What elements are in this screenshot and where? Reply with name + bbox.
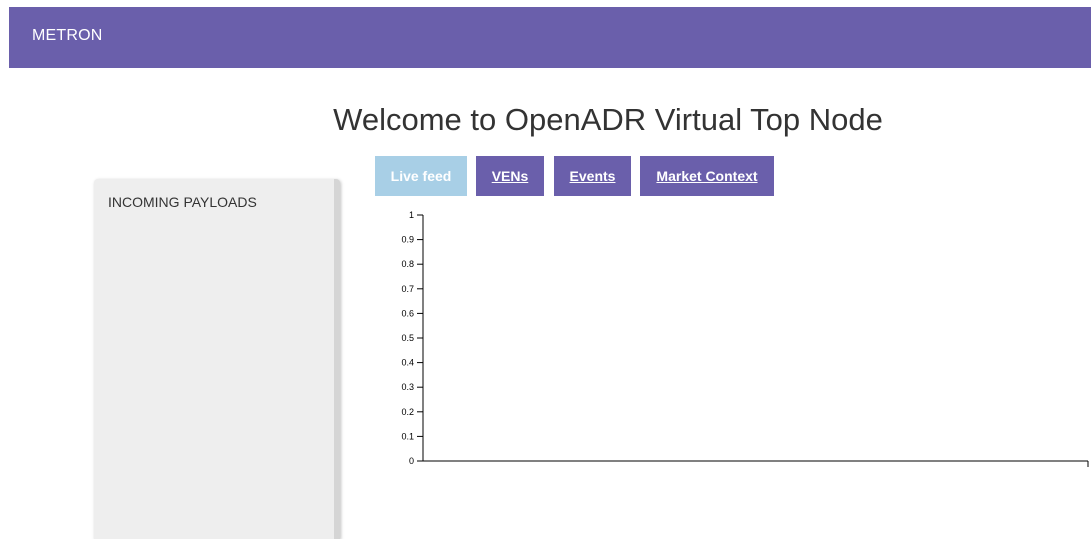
y-tick-label: 0.2 <box>401 407 414 417</box>
tab-events[interactable]: Events <box>554 156 631 196</box>
live-feed-chart: 0 0.1 0.2 0.3 0.4 0.5 0.6 0.7 0.8 0.9 1 <box>401 210 1089 467</box>
y-tick-label: 0.6 <box>401 308 414 318</box>
brand-link[interactable]: METRON <box>32 27 103 45</box>
incoming-payloads-panel[interactable]: INCOMING PAYLOADS <box>94 179 340 539</box>
incoming-payloads-title: INCOMING PAYLOADS <box>108 194 257 210</box>
y-tick-label: 0.9 <box>401 235 414 245</box>
tab-market-context[interactable]: Market Context <box>640 156 774 196</box>
y-tick-label: 0.3 <box>401 382 414 392</box>
y-tick-label: 1 <box>409 210 414 220</box>
y-tick-label: 0.7 <box>401 284 414 294</box>
top-navbar: METRON <box>9 7 1091 68</box>
y-tick-label: 0.1 <box>401 431 414 441</box>
tab-vens[interactable]: VENs <box>476 156 544 196</box>
y-tick-label: 0 <box>409 456 414 466</box>
y-tick-label: 0.5 <box>401 333 414 343</box>
page-title: Welcome to OpenADR Virtual Top Node <box>333 102 883 137</box>
y-tick-label: 0.8 <box>401 259 414 269</box>
tab-live-feed[interactable]: Live feed <box>375 156 467 196</box>
y-tick-label: 0.4 <box>401 358 414 368</box>
